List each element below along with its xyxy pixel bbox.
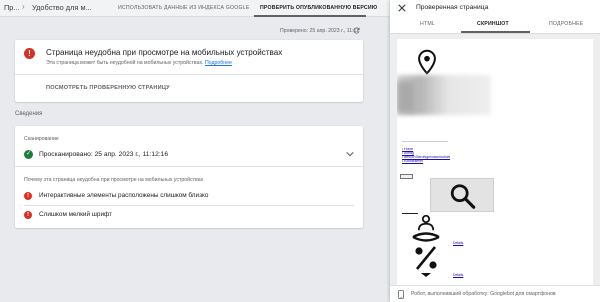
page-link: Details	[453, 273, 464, 277]
page-nav-link: Kontaktieren	[402, 159, 450, 163]
chevron-down-icon[interactable]	[346, 151, 354, 157]
issue-divider	[24, 205, 354, 206]
search-banner	[430, 178, 494, 212]
card-divider	[15, 74, 363, 75]
view-tested-page-button[interactable]: ПОСМОТРЕТЬ ПРОВЕРЕННУЮ СТРАНИЦУ	[46, 85, 170, 91]
panel-footer: Робот, выполнивший обработку: Googlebot …	[390, 285, 600, 302]
tab-html[interactable]: HTML	[420, 21, 435, 27]
tab-more-info[interactable]: ПОДРОБНЕЕ	[549, 21, 583, 27]
tab-live-test[interactable]: ПРОВЕРИТЬ ОПУБЛИКОВАННУЮ ВЕРСИЮ	[260, 5, 377, 11]
error-subtitle: Эта страница может быть неудобной на моб…	[46, 60, 232, 66]
blurred-image	[397, 81, 415, 113]
learn-more-link[interactable]: Подробнее	[205, 60, 232, 66]
breadcrumb-parent[interactable]: Пр...	[4, 3, 20, 12]
crawler-info: Робот, выполнивший обработку: Googlebot …	[411, 291, 556, 297]
location-pin-icon	[418, 49, 436, 75]
details-divider	[15, 166, 363, 167]
refresh-icon[interactable]	[352, 26, 361, 35]
tested-page-panel: Проверенная страница HTML СКРИНШОТ ПОДРО…	[390, 0, 600, 302]
top-bar: Пр... › Удобство для м... ИСПОЛЬЗОВАТЬ Д…	[0, 0, 390, 17]
error-title: Страница неудобна при просмотре на мобил…	[46, 48, 283, 57]
check-circle-icon: ✓	[24, 150, 33, 159]
error-icon: !	[24, 192, 32, 200]
page-screenshot: Home Antrag Besuch Berufsgenossenschaft …	[397, 39, 593, 285]
percent-icon	[412, 232, 440, 277]
search-icon	[450, 184, 476, 209]
details-section-label: Сведения	[15, 111, 43, 117]
crawl-status: Просканировано: 25 апр. 2023 г., 11:12:1…	[39, 151, 169, 158]
error-icon: !	[24, 211, 32, 219]
smartphone-icon	[398, 290, 404, 299]
page-button	[400, 174, 413, 179]
tab-google-index[interactable]: ИСПОЛЬЗОВАТЬ ДАННЫЕ ИЗ ИНДЕКСА GOOGLE	[118, 5, 250, 11]
breadcrumb-current: Удобство для м...	[32, 3, 92, 12]
details-card: Сканирование ✓ Просканировано: 25 апр. 2…	[15, 126, 363, 228]
crawl-caption: Сканирование	[24, 136, 59, 142]
error-subtitle-text: Эта страница может быть неудобной на моб…	[46, 60, 204, 66]
page-nav-list: Home Antrag Besuch Berufsgenossenschaft …	[402, 147, 450, 163]
page-link: Details	[453, 241, 464, 245]
why-label: Почему эта страница неудобна при просмот…	[24, 177, 204, 183]
checked-timestamp: Проверено: 25 апр. 2023 г., 11:12	[280, 28, 360, 34]
screenshot-viewport[interactable]: Home Antrag Besuch Berufsgenossenschaft …	[390, 34, 600, 285]
issue-item[interactable]: Слишком мелкий шрифт	[39, 211, 112, 218]
breadcrumb-chevron-icon: ›	[22, 2, 25, 11]
active-tab-indicator	[254, 15, 366, 17]
page-separator	[402, 141, 448, 142]
issue-item[interactable]: Интерактивные элементы расположены слишк…	[39, 192, 208, 199]
mobile-usability-error-card: ! Страница неудобна при просмотре на моб…	[15, 40, 363, 102]
error-icon: !	[24, 48, 35, 59]
page-separator	[402, 213, 418, 214]
close-icon[interactable]	[398, 4, 406, 12]
tab-screenshot[interactable]: СКРИНШОТ	[477, 21, 509, 27]
panel-title: Проверенная страница	[416, 4, 489, 11]
main-content: Пр... › Удобство для м... ИСПОЛЬЗОВАТЬ Д…	[0, 0, 390, 302]
